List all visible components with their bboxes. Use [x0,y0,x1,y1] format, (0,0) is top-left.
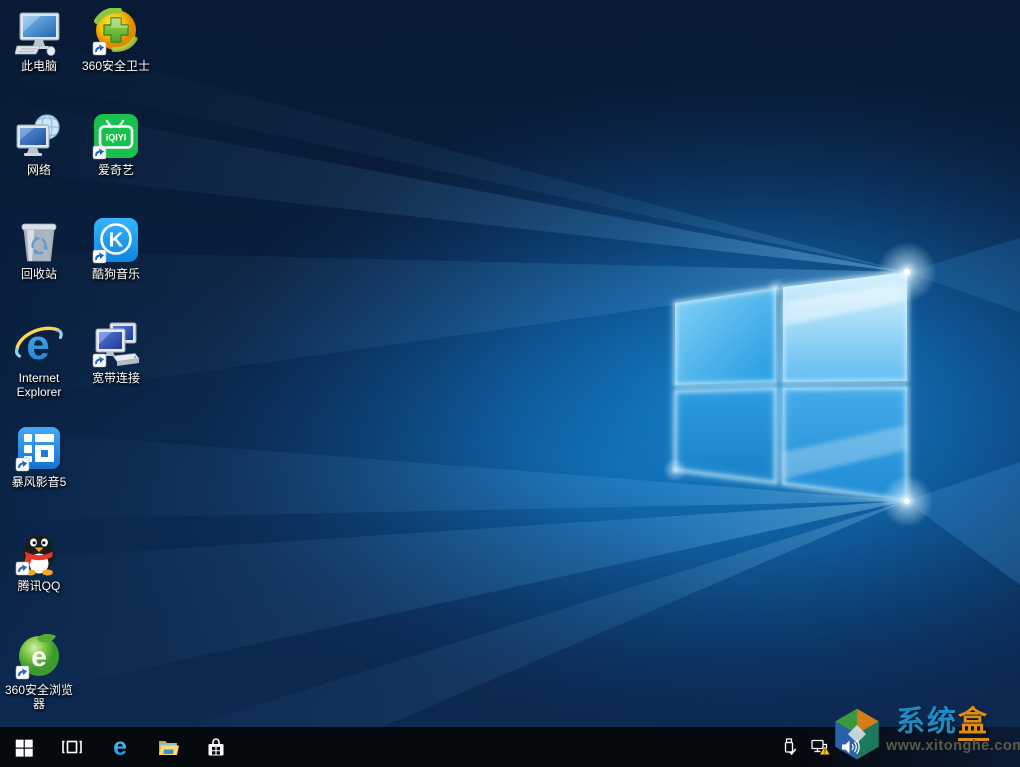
shortcut-arrow-overlay [15,457,30,472]
shortcut-arrow-overlay [92,249,107,264]
start-button[interactable] [0,727,48,767]
qq-penguin-icon [15,528,63,576]
shortcut-arrow-overlay [15,561,30,576]
file-explorer-button[interactable] [144,727,192,767]
kugou-music-icon: K [92,216,140,264]
windows-logo-icon [15,739,33,757]
shortcut-arrow-overlay [92,145,107,160]
iqiyi-icon: iQIYI [92,112,140,160]
watermark-brand-primary: 系统 [896,706,959,738]
svg-text:e: e [31,641,47,672]
desktop-icon-360-safeguard[interactable]: 360安全卫士 [77,7,155,73]
usb-safely-remove-tray-icon[interactable] [776,727,802,767]
desktop-icon-label: 网络 [26,163,51,177]
store-button[interactable] [192,727,240,767]
speaker-icon [842,739,860,755]
desktop-icon-label: Internet Explorer [16,371,62,399]
recycle-bin-icon [15,216,63,264]
shortcut-arrow-overlay [92,41,107,56]
task-view-icon [62,740,82,754]
desktop-icon-label: 此电脑 [20,59,57,73]
broadband-connection-icon [92,320,140,368]
this-pc-icon [14,8,63,56]
network-status-tray-icon[interactable] [807,727,833,767]
folder-icon [159,741,179,755]
svg-text:iQIYI: iQIYI [106,133,127,143]
desktop-icon-kugou-music[interactable]: K 酷狗音乐 [77,216,155,281]
desktop-icon-iqiyi[interactable]: iQIYI 爱奇艺 [77,112,155,177]
desktop-icon-internet-explorer[interactable]: e Internet Explorer [0,320,78,399]
internet-explorer-icon: e [15,320,63,368]
360-browser-icon: e [15,632,63,680]
watermark-url: www.xitonghe.com [886,738,1020,754]
store-bag-icon [208,738,224,756]
volume-tray-icon[interactable] [838,727,864,767]
desktop-icon-baofeng5[interactable]: 暴风影音5 [0,424,78,489]
desktop-icon-label: 360安全浏览器 [4,683,74,711]
desktop-icon-label: 宽带连接 [91,371,140,385]
network-icon [15,112,63,160]
desktop-icon-label: 回收站 [20,267,57,281]
360-safeguard-icon [92,7,140,56]
edge-browser-button[interactable]: e [96,727,144,767]
desktop-icon-recycle-bin[interactable]: 回收站 [0,216,78,281]
svg-text:e: e [113,734,127,760]
shortcut-arrow-overlay [92,353,107,368]
system-tray [776,727,864,767]
edge-browser-icon: e [113,734,127,760]
desktop-icon-label: 爱奇艺 [97,163,134,177]
network-warning-icon [810,739,830,755]
shortcut-arrow-overlay [15,665,30,680]
watermark-brand-accent: 盒 [958,706,990,741]
desktop-icon-this-pc[interactable]: 此电脑 [0,8,78,73]
svg-text:K: K [109,230,124,252]
task-view-button[interactable] [48,727,96,767]
desktop-icon-label: 360安全卫士 [81,59,151,73]
watermark-brand: 系统盒 [896,706,1020,741]
desktop-icon-network[interactable]: 网络 [0,112,78,177]
desktop-icon-broadband[interactable]: 宽带连接 [77,320,155,385]
desktop-icon-label: 暴风影音5 [11,475,67,489]
desktop-icon-360-browser[interactable]: e 360安全浏览器 [0,632,78,711]
desktop-icon-label: 腾讯QQ [17,579,61,593]
usb-device-icon [784,738,797,756]
baofeng-player-icon [15,424,63,472]
desktop-icon-label: 酷狗音乐 [91,267,140,281]
desktop-icon-tencent-qq[interactable]: 腾讯QQ [0,528,78,593]
